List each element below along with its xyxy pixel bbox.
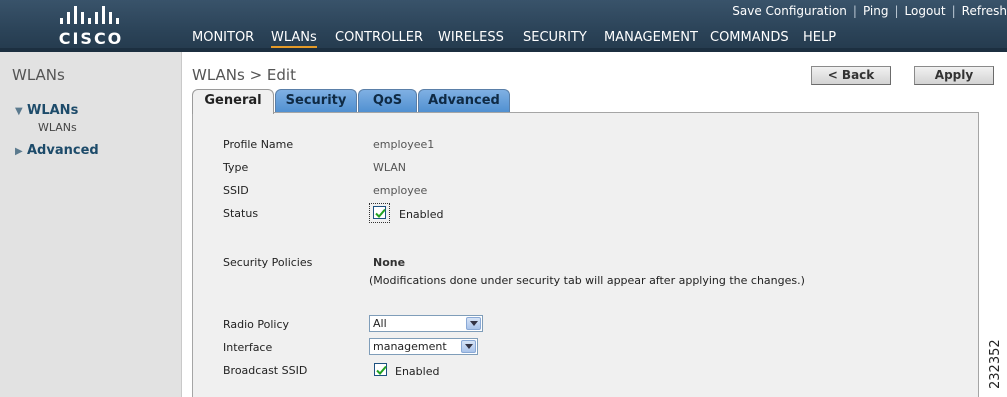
security-note: (Modifications done under security tab w… xyxy=(369,274,805,287)
menu-management[interactable]: MANAGEMENT xyxy=(604,30,698,45)
sidebar-title: WLANs xyxy=(12,66,65,84)
tab-general[interactable]: General xyxy=(192,89,274,114)
profile-name-label: Profile Name xyxy=(223,138,294,151)
status-checkbox[interactable] xyxy=(373,206,386,219)
interface-value: management xyxy=(373,340,447,353)
general-tab-panel xyxy=(192,112,979,397)
dropdown-arrow-icon xyxy=(461,340,476,353)
ssid-value: employee xyxy=(373,184,428,197)
top-links: Save Configuration | Ping | Logout | Refresh xyxy=(732,4,1007,18)
broadcast-ssid-checkbox[interactable] xyxy=(374,363,387,376)
radio-policy-label: Radio Policy xyxy=(223,318,290,331)
checkmark-icon xyxy=(375,208,386,218)
cisco-bars-icon xyxy=(60,6,119,24)
logout-link[interactable]: Logout xyxy=(905,4,946,18)
document-number: 232352 xyxy=(988,339,1003,389)
broadcast-ssid-label: Broadcast SSID xyxy=(223,364,308,377)
sidebar: WLANs ▼ WLANs WLANs ▶ Advanced xyxy=(0,52,182,397)
menu-monitor[interactable]: MONITOR xyxy=(192,30,254,45)
menu-controller[interactable]: CONTROLLER xyxy=(335,30,423,45)
cisco-logo: CISCO xyxy=(56,6,126,48)
type-label: Type xyxy=(223,161,249,174)
sidebar-node-wlans[interactable]: ▼ WLANs xyxy=(15,103,78,118)
top-header: CISCO Save Configuration | Ping | Logout | Ref… xyxy=(0,0,1007,52)
sidebar-subitem-wlans[interactable]: WLANs xyxy=(38,121,77,134)
back-button[interactable]: < Back xyxy=(811,66,891,85)
security-policies-value: None xyxy=(373,256,406,269)
tab-advanced[interactable]: Advanced xyxy=(418,89,510,113)
status-enabled-text: Enabled xyxy=(399,208,444,221)
menu-help[interactable]: HELP xyxy=(803,30,836,45)
collapsed-triangle-icon: ▶ xyxy=(15,146,23,157)
security-policies-label: Security Policies xyxy=(223,256,313,269)
menu-security[interactable]: SECURITY xyxy=(523,30,587,45)
apply-button[interactable]: Apply xyxy=(914,66,994,85)
menu-commands[interactable]: COMMANDS xyxy=(710,30,789,45)
sidebar-node-advanced[interactable]: ▶ Advanced xyxy=(15,143,99,158)
logo-text: CISCO xyxy=(58,29,124,48)
broadcast-enabled-text: Enabled xyxy=(395,365,440,378)
radio-policy-select[interactable]: All xyxy=(369,315,483,332)
checkmark-icon xyxy=(376,365,387,375)
interface-label: Interface xyxy=(223,341,273,354)
profile-name-value: employee1 xyxy=(373,138,435,151)
refresh-link[interactable]: Refresh xyxy=(962,4,1007,18)
interface-select[interactable]: management xyxy=(369,338,478,355)
menu-wlans[interactable]: WLANs xyxy=(271,30,317,49)
menu-wireless[interactable]: WIRELESS xyxy=(438,30,504,45)
tab-qos[interactable]: QoS xyxy=(358,89,417,113)
page-title: WLANs > Edit xyxy=(192,66,296,84)
dropdown-arrow-icon xyxy=(466,317,481,330)
radio-policy-value: All xyxy=(373,317,387,330)
ssid-label: SSID xyxy=(223,184,249,197)
expanded-triangle-icon: ▼ xyxy=(15,106,23,117)
ping-link[interactable]: Ping xyxy=(863,4,889,18)
save-configuration-link[interactable]: Save Configuration xyxy=(732,4,847,18)
sidebar-node-label: WLANs xyxy=(27,103,79,118)
status-label: Status xyxy=(223,207,259,220)
type-value: WLAN xyxy=(373,161,407,174)
sidebar-node-label: Advanced xyxy=(27,143,99,158)
tab-security[interactable]: Security xyxy=(275,89,357,113)
